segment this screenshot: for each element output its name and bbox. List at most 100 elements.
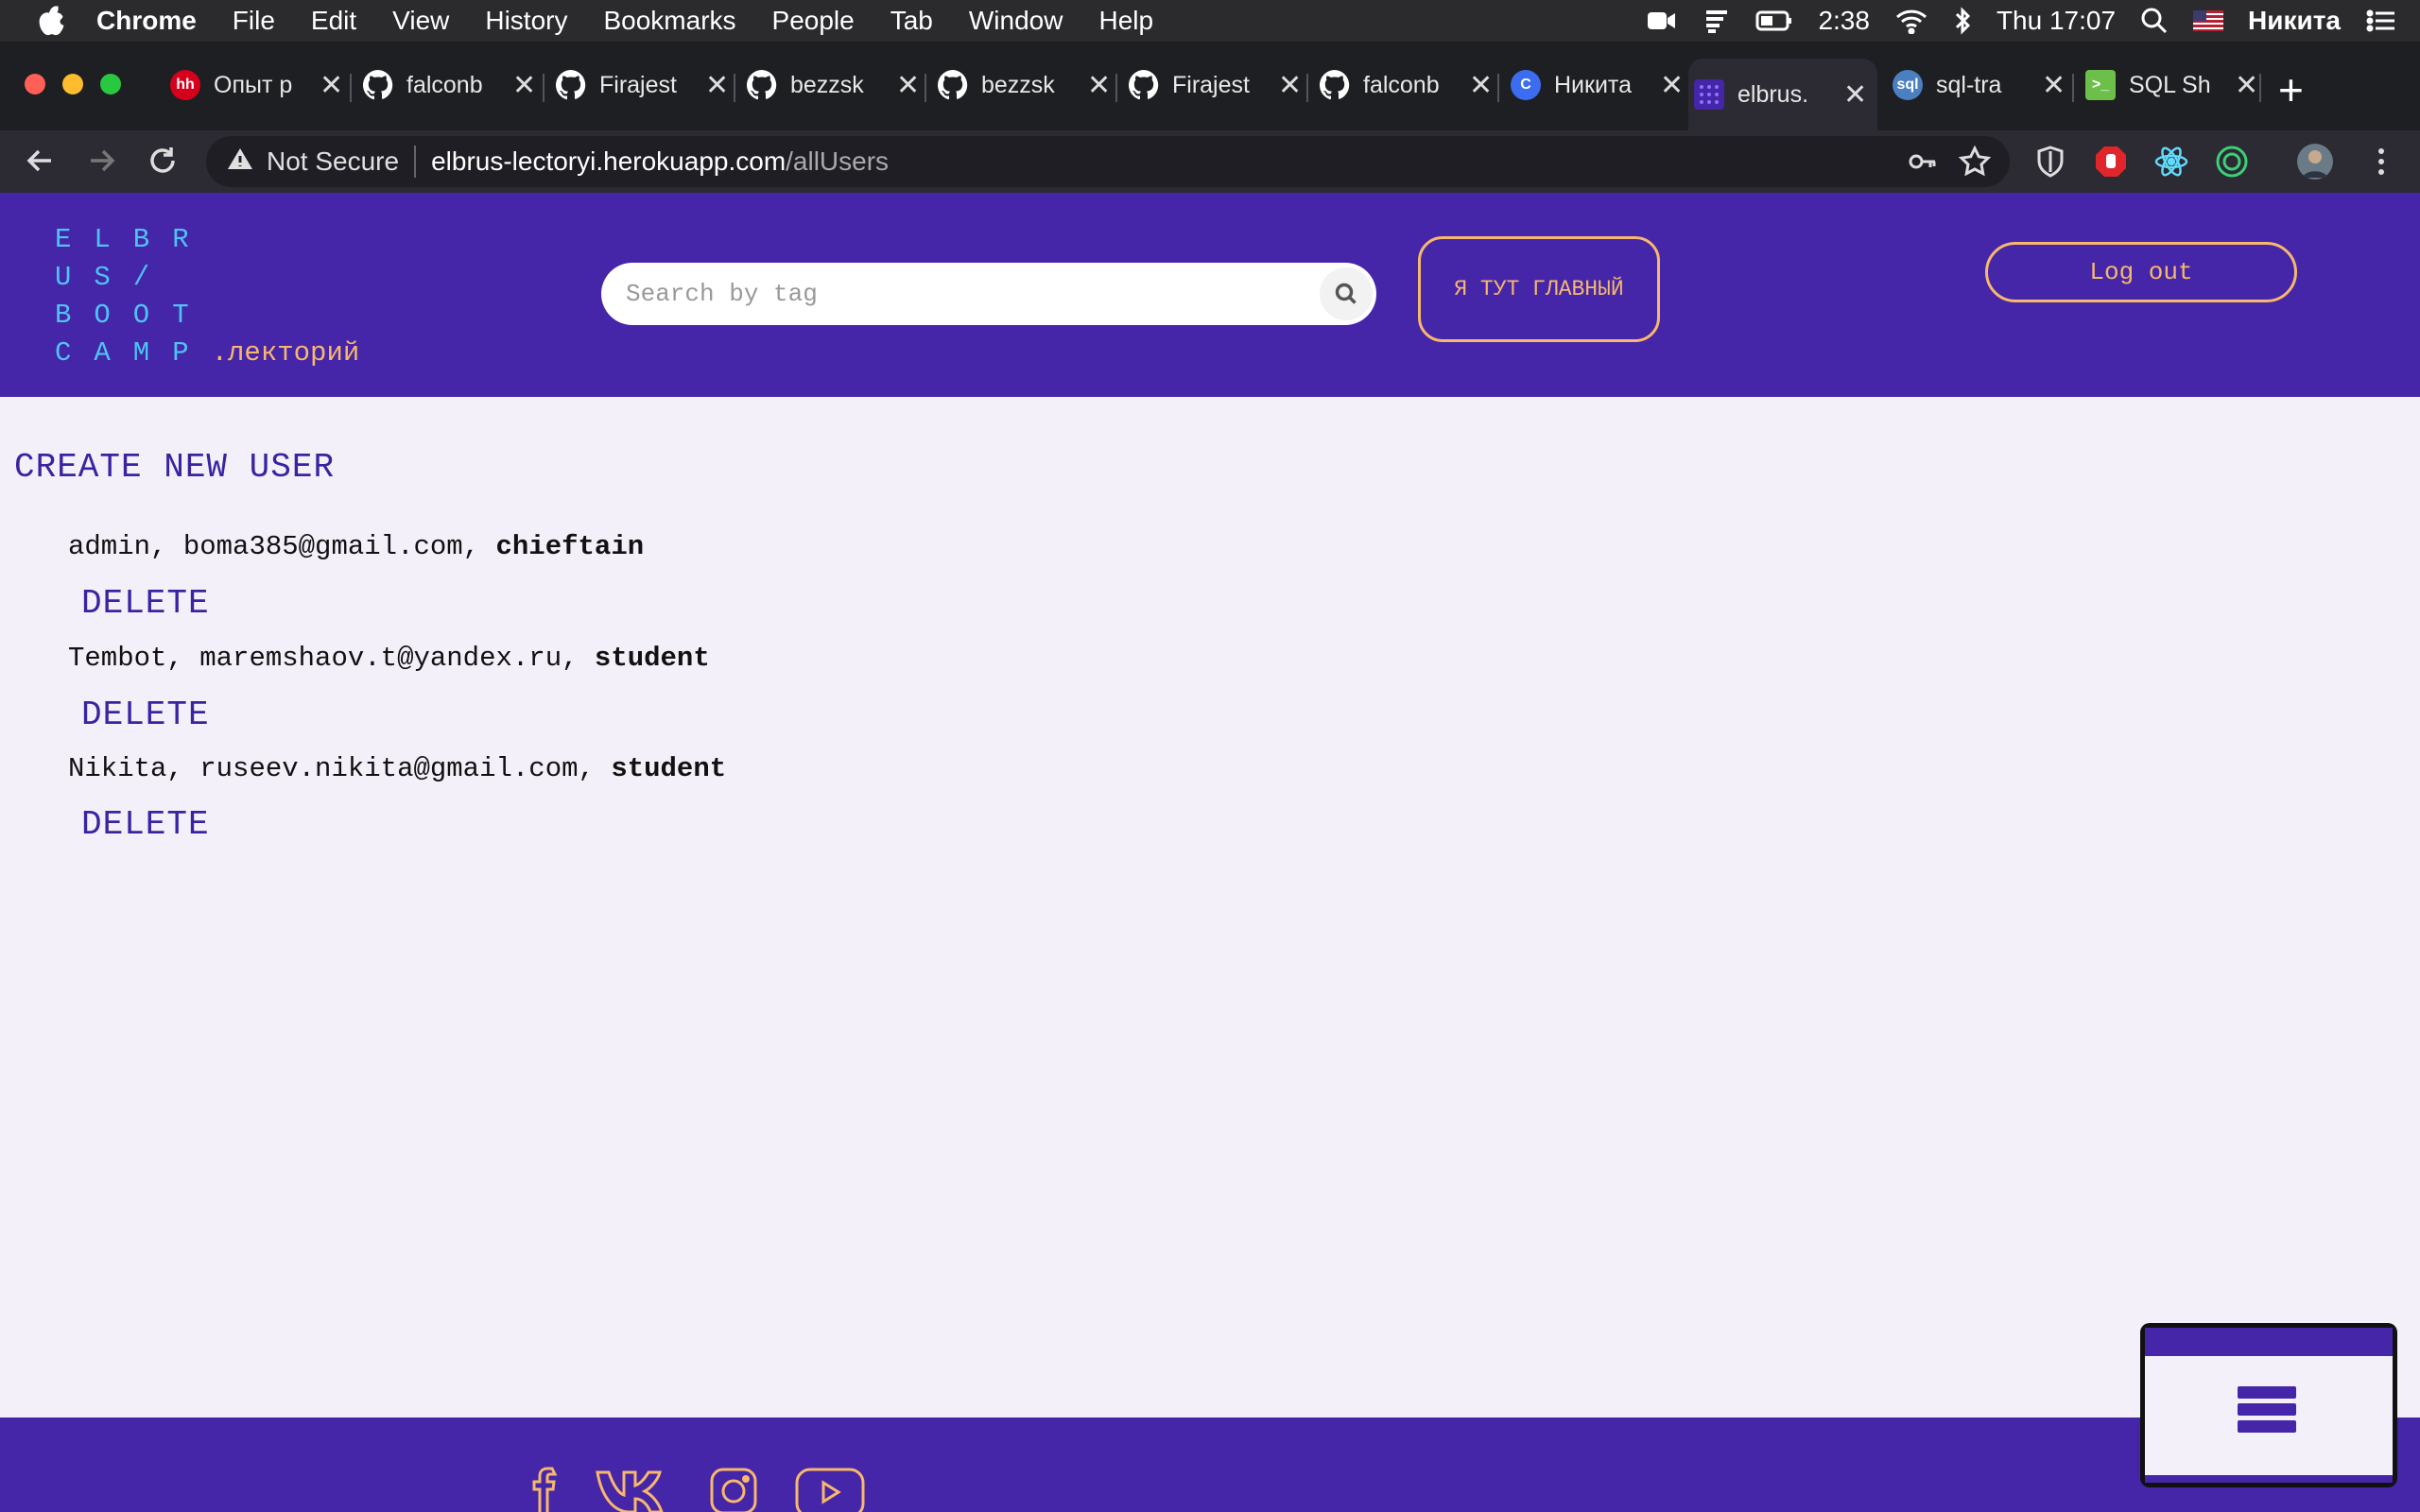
us-flag-icon[interactable] (2193, 10, 2224, 31)
forward-arrow-icon[interactable] (85, 144, 119, 178)
window-close-button[interactable] (25, 74, 45, 94)
browser-tab[interactable]: bezzsk ✕ (932, 59, 1121, 112)
tab-close-icon[interactable]: ✕ (512, 69, 536, 102)
menu-file[interactable]: File (233, 6, 275, 36)
tab-close-icon[interactable]: ✕ (1278, 69, 1302, 102)
sql-icon: sql (1893, 70, 1923, 100)
facebook-icon[interactable] (529, 1467, 563, 1512)
tab-title: Опыт р (214, 71, 293, 98)
delete-user-button[interactable]: DELETE (81, 584, 210, 623)
instagram-icon[interactable] (709, 1467, 758, 1512)
menu-help[interactable]: Help (1098, 6, 1153, 36)
tab-close-icon[interactable]: ✕ (320, 69, 343, 102)
brave-shield-icon[interactable] (2032, 144, 2068, 180)
notes-menu-icon[interactable] (1703, 7, 1731, 35)
menu-edit[interactable]: Edit (311, 6, 356, 36)
browser-tab[interactable]: bezzsk ✕ (741, 59, 930, 112)
menu-app-name[interactable]: Chrome (96, 6, 197, 36)
bluetooth-icon[interactable] (1953, 7, 1972, 35)
key-icon[interactable] (1908, 147, 1938, 182)
browser-tab[interactable]: sql sql-tra ✕ (1887, 59, 2076, 112)
tab-close-icon[interactable]: ✕ (1087, 69, 1111, 102)
menu-history[interactable]: History (485, 6, 567, 36)
browser-tab[interactable]: C Никита ✕ (1505, 59, 1694, 112)
github-icon (747, 70, 777, 100)
tab-close-icon[interactable]: ✕ (705, 69, 729, 102)
menu-people[interactable]: People (772, 6, 855, 36)
window-zoom-button[interactable] (100, 74, 121, 94)
battery-time: 2:38 (1818, 6, 1870, 35)
user-name: Tembot (68, 643, 167, 674)
thumbnail-header (2145, 1328, 2393, 1356)
logo-suffix: .лекторий (211, 337, 360, 369)
create-new-user-link[interactable]: CREATE NEW USER (14, 448, 335, 487)
wifi-icon[interactable] (1894, 8, 1928, 34)
elbrus-bootcamp-logo[interactable]: ELBR US/ BOOT CAMP.лекторий (55, 221, 359, 372)
tab-divider (543, 74, 544, 102)
browser-tab[interactable]: >_ SQL Sh ✕ (2080, 59, 2269, 112)
battery-icon[interactable] (1755, 9, 1793, 32)
reload-icon[interactable] (146, 144, 180, 178)
url-path[interactable]: /allUsers (786, 146, 889, 177)
search-button[interactable] (1320, 267, 1373, 320)
adblock-hand-icon[interactable] (2093, 144, 2129, 180)
github-icon (556, 70, 586, 100)
youtube-icon[interactable] (794, 1467, 866, 1512)
delete-user-button[interactable]: DELETE (81, 696, 210, 734)
menu-view[interactable]: View (392, 6, 449, 36)
video-camera-icon[interactable] (1646, 8, 1678, 34)
clock[interactable]: Thu 17:07 (1996, 6, 2116, 36)
react-devtools-icon[interactable] (2153, 144, 2189, 180)
user-row: admin, boma385@gmail.com, chieftain (68, 531, 645, 562)
thumbnail-block (2238, 1420, 2296, 1433)
grammarly-icon[interactable] (2214, 144, 2250, 180)
browser-tab[interactable]: falconb ✕ (357, 59, 546, 112)
control-center-icon[interactable] (2365, 8, 2397, 34)
browser-tab[interactable]: Firajest ✕ (550, 59, 739, 112)
window-minimize-button[interactable] (62, 74, 83, 94)
bookmark-star-icon[interactable] (1958, 145, 1992, 184)
tag-search-bar (601, 263, 1376, 325)
user-email: maremshaov.t@yandex.ru (199, 643, 562, 674)
tag-search-input[interactable] (626, 280, 1288, 308)
browser-tab[interactable]: falconb ✕ (1314, 59, 1503, 112)
address-bar[interactable]: Not Secure elbrus-lectoryi.herokuapp.com… (206, 136, 2010, 187)
tab-close-icon[interactable]: ✕ (1660, 69, 1684, 102)
user-role: student (594, 643, 710, 674)
tab-close-icon[interactable]: ✕ (2235, 69, 2258, 102)
logo-line: ELBR (55, 224, 212, 255)
menu-window[interactable]: Window (969, 6, 1063, 36)
tab-close-icon[interactable]: ✕ (1469, 69, 1493, 102)
user-row: Tembot, maremshaov.t@yandex.ru, student (68, 643, 710, 674)
url-host[interactable]: elbrus-lectoryi.herokuapp.com (431, 146, 786, 177)
tab-close-icon[interactable]: ✕ (2042, 69, 2066, 102)
security-label[interactable]: Not Secure (267, 146, 399, 177)
c-icon: C (1511, 70, 1541, 100)
user-role: student (611, 753, 727, 784)
role-button[interactable]: Я ТУТ ГЛАВНЫЙ (1418, 236, 1660, 342)
site-footer (0, 1418, 2420, 1512)
menu-bookmarks[interactable]: Bookmarks (603, 6, 735, 36)
logo-line: US/ (55, 262, 173, 293)
browser-tab-active[interactable]: elbrus. ✕ (1688, 59, 1877, 130)
delete-user-button[interactable]: DELETE (81, 805, 210, 844)
github-icon (363, 70, 393, 100)
back-arrow-icon[interactable] (23, 144, 57, 178)
profile-avatar[interactable] (2297, 144, 2333, 180)
tab-close-icon[interactable]: ✕ (1843, 78, 1867, 112)
logout-button[interactable]: Log out (1985, 242, 2297, 302)
warning-triangle-icon[interactable] (227, 146, 253, 178)
vk-icon[interactable] (594, 1467, 675, 1512)
new-tab-button[interactable]: + (2278, 64, 2304, 115)
browser-tab[interactable]: hh Опыт р ✕ (164, 59, 354, 112)
browser-tab[interactable]: Firajest ✕ (1123, 59, 1312, 112)
search-icon (1335, 283, 1357, 304)
user-name[interactable]: Никита (2248, 6, 2341, 36)
screenshot-thumbnail[interactable] (2140, 1323, 2397, 1487)
menu-tab[interactable]: Tab (890, 6, 933, 36)
tab-close-icon[interactable]: ✕ (896, 69, 920, 102)
chrome-menu-icon[interactable] (2363, 144, 2399, 180)
apple-logo-icon[interactable] (36, 5, 68, 37)
tab-divider (1497, 74, 1499, 102)
spotlight-search-icon[interactable] (2140, 7, 2169, 35)
